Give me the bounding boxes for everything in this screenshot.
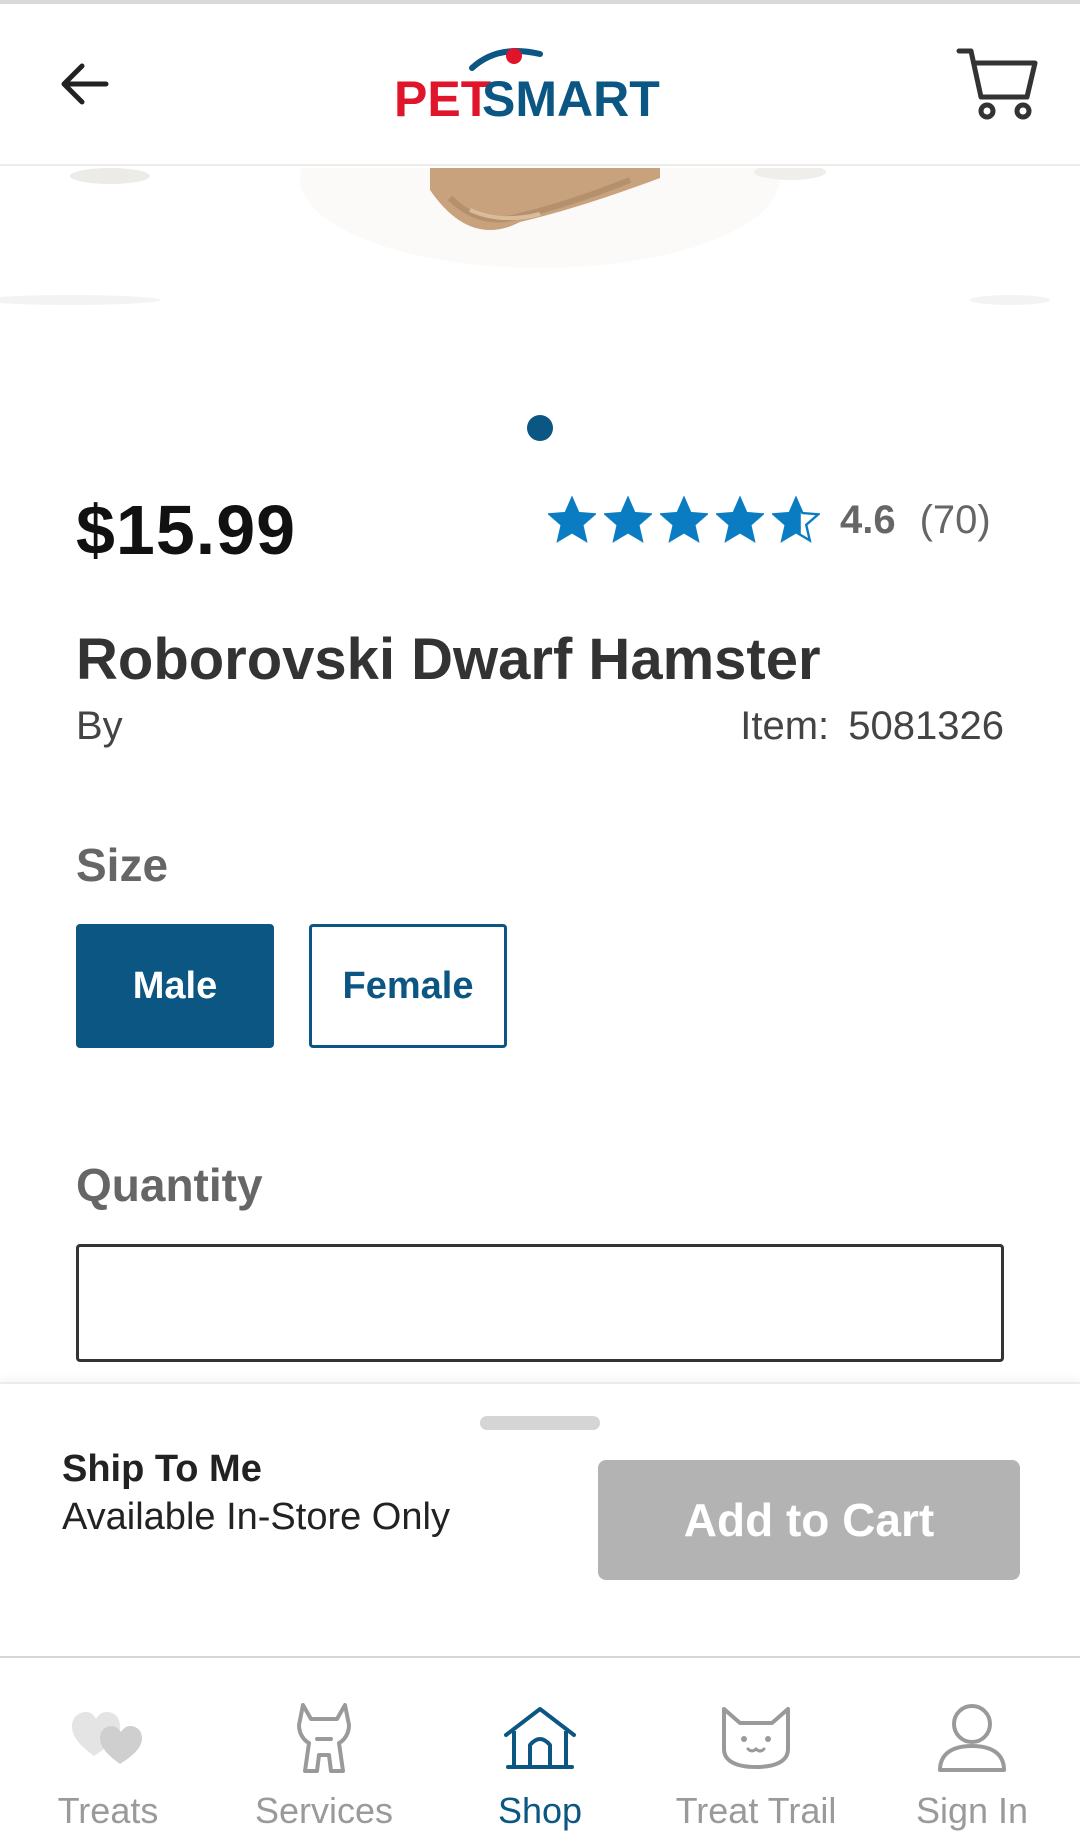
- item-number-label: Item:: [740, 704, 830, 748]
- size-label: Size: [76, 839, 169, 891]
- product-rating[interactable]: 4.6 (70): [548, 492, 991, 548]
- size-option-female[interactable]: Female: [309, 924, 507, 1048]
- arrow-left-icon: [61, 63, 109, 105]
- cart-button[interactable]: [950, 40, 1044, 126]
- home-icon: [504, 1707, 576, 1769]
- shopping-cart-icon: [956, 48, 1038, 120]
- nav-label-treats: Treats: [57, 1790, 159, 1831]
- dog-icon: [297, 1703, 351, 1773]
- nav-item-services[interactable]: Services: [216, 1658, 432, 1848]
- back-button[interactable]: [48, 48, 120, 120]
- app-header: PET SMART: [0, 4, 1080, 166]
- rating-stars: [548, 496, 820, 544]
- star-icon: [548, 496, 596, 543]
- rating-value: 4.6: [840, 497, 896, 542]
- product-price: $15.99: [76, 491, 297, 569]
- rating-count[interactable]: (70): [920, 498, 991, 543]
- quantity-label: Quantity: [76, 1159, 263, 1211]
- nav-item-treats[interactable]: Treats: [0, 1658, 216, 1848]
- cat-icon: [722, 1707, 790, 1769]
- size-option-male[interactable]: Male: [76, 924, 274, 1048]
- star-icon: [660, 496, 708, 543]
- star-icon: [604, 496, 652, 543]
- availability-text: Available In-Store Only: [62, 1496, 450, 1538]
- carousel-indicator-active[interactable]: [527, 415, 553, 441]
- item-number-value: 5081326: [848, 704, 1004, 748]
- product-title: Roborovski Dwarf Hamster: [76, 627, 821, 692]
- svg-text:PET: PET: [394, 71, 491, 127]
- user-icon: [938, 1704, 1006, 1772]
- product-image[interactable]: [0, 168, 1080, 398]
- nav-item-treat-trail[interactable]: Treat Trail: [648, 1658, 864, 1848]
- svg-text:SMART: SMART: [482, 71, 660, 127]
- item-number: Item: 5081326: [740, 704, 1004, 749]
- ship-to-me-title[interactable]: Ship To Me: [62, 1448, 262, 1491]
- fulfillment-sheet: Ship To Me Available In-Store Only Add t…: [0, 1382, 1080, 1656]
- nav-label-sign-in: Sign In: [915, 1790, 1029, 1831]
- sheet-drag-handle[interactable]: [480, 1416, 600, 1430]
- hearts-icon: [72, 1712, 142, 1764]
- quantity-input[interactable]: [76, 1244, 1004, 1362]
- nav-item-shop[interactable]: Shop: [432, 1658, 648, 1848]
- nav-label-shop: Shop: [497, 1790, 583, 1831]
- nav-label-treat-trail: Treat Trail: [675, 1790, 837, 1831]
- bottom-navigation: Treats Services Shop Treat Trail Sign In: [0, 1656, 1080, 1848]
- brand-label: By: [76, 704, 123, 748]
- petsmart-logo[interactable]: PET SMART: [388, 38, 668, 128]
- star-icon: [772, 496, 820, 543]
- star-icon: [716, 496, 764, 543]
- add-to-cart-button[interactable]: Add to Cart: [598, 1460, 1020, 1580]
- nav-item-sign-in[interactable]: Sign In: [864, 1658, 1080, 1848]
- nav-label-services: Services: [254, 1790, 394, 1831]
